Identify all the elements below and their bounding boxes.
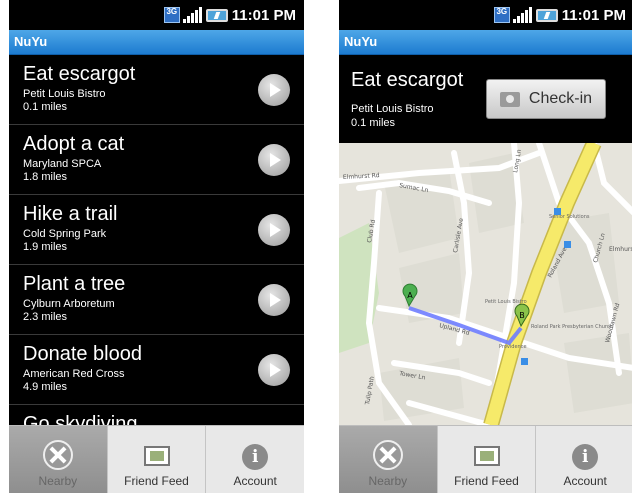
app-title-bar: NuYu <box>9 30 304 55</box>
tab-nearby[interactable]: Nearby <box>339 426 438 493</box>
tab-label: Nearby <box>38 474 78 488</box>
list-item[interactable]: Go skydiving <box>9 405 304 425</box>
list-item-distance: 0.1 miles <box>23 101 68 113</box>
checkin-label: Check-in <box>528 90 593 107</box>
status-time: 11:01 PM <box>231 6 296 24</box>
status-bar: 3G 11:01 PM <box>339 0 632 30</box>
info-icon: i <box>572 444 599 470</box>
phone-screen-list: 3G 11:01 PM NuYu Eat escargot Petit Loui… <box>9 0 304 493</box>
app-title-bar: NuYu <box>339 30 632 55</box>
place-label: Providence <box>499 344 527 350</box>
play-arrow-icon[interactable] <box>258 214 290 246</box>
detail-title: Eat escargot <box>351 69 464 91</box>
list-item-distance: 4.9 miles <box>23 381 68 393</box>
status-bar: 3G 11:01 PM <box>9 0 304 30</box>
checkin-button[interactable]: Check-in <box>486 79 606 119</box>
play-arrow-icon[interactable] <box>258 74 290 106</box>
tab-bar: Nearby Friend Feed i Account <box>339 425 632 493</box>
list-item[interactable]: Donate blood American Red Cross 4.9 mile… <box>9 335 304 405</box>
poi-icon <box>521 358 528 365</box>
signal-icon <box>182 7 203 23</box>
network-3g-icon: 3G <box>163 7 180 23</box>
svg-text:B: B <box>519 311 525 320</box>
battery-icon <box>205 8 228 22</box>
tab-account[interactable]: i Account <box>206 426 304 493</box>
picture-icon <box>473 446 500 466</box>
network-3g-icon: 3G <box>493 7 510 23</box>
detail-place: Petit Louis Bistro <box>351 103 434 115</box>
list-item[interactable]: Hike a trail Cold Spring Park 1.9 miles <box>9 195 304 265</box>
info-icon: i <box>242 444 269 470</box>
tab-friend-feed[interactable]: Friend Feed <box>438 426 537 493</box>
list-item[interactable]: Eat escargot Petit Louis Bistro 0.1 mile… <box>9 55 304 125</box>
battery-icon <box>535 8 558 22</box>
street-label: Elmhurst <box>609 246 632 253</box>
play-arrow-icon[interactable] <box>258 284 290 316</box>
compass-icon <box>372 440 403 470</box>
app-title: NuYu <box>344 34 378 49</box>
app-title: NuYu <box>14 34 48 49</box>
place-label: Roland Park Presbyterian Church <box>531 324 613 330</box>
tab-label: Friend Feed <box>454 474 519 488</box>
list-item[interactable]: Adopt a cat Maryland SPCA 1.8 miles <box>9 125 304 195</box>
tab-label: Account <box>233 474 277 488</box>
place-label: Senior Solutions <box>549 214 590 220</box>
tab-friend-feed[interactable]: Friend Feed <box>108 426 207 493</box>
play-arrow-icon[interactable] <box>258 354 290 386</box>
camera-icon <box>499 91 520 107</box>
poi-icon <box>564 241 571 248</box>
activity-list[interactable]: Eat escargot Petit Louis Bistro 0.1 mile… <box>9 55 304 425</box>
tab-label: Account <box>563 474 607 488</box>
play-arrow-icon[interactable] <box>258 144 290 176</box>
svg-text:A: A <box>407 291 413 300</box>
detail-distance: 0.1 miles <box>351 117 396 129</box>
list-item[interactable]: Plant a tree Cylburn Arboretum 2.3 miles <box>9 265 304 335</box>
tab-nearby[interactable]: Nearby <box>9 426 108 493</box>
map-view[interactable]: A B Elmhurst Rd Sumac Ln Club Rd Carlisle A… <box>339 143 632 425</box>
compass-icon <box>42 440 73 470</box>
map-canvas: A B Elmhurst RdSumac LnClub Rd Carlisle A… <box>339 143 632 425</box>
tab-label: Friend Feed <box>124 474 189 488</box>
picture-icon <box>143 446 170 466</box>
list-item-distance: 1.9 miles <box>23 241 68 253</box>
tab-account[interactable]: i Account <box>536 426 632 493</box>
status-time: 11:01 PM <box>561 6 626 24</box>
phone-screen-detail: 3G 11:01 PM NuYu Eat escargot Petit Loui… <box>339 0 632 493</box>
activity-detail: Eat escargot Petit Louis Bistro 0.1 mile… <box>339 55 632 143</box>
list-item-title: Go skydiving <box>23 413 138 425</box>
list-item-distance: 1.8 miles <box>23 171 68 183</box>
signal-icon <box>512 7 533 23</box>
tab-label: Nearby <box>368 474 408 488</box>
place-label: Petit Louis Bistro <box>485 299 527 305</box>
tab-bar: Nearby Friend Feed i Account <box>9 425 304 493</box>
list-item-distance: 2.3 miles <box>23 311 68 323</box>
